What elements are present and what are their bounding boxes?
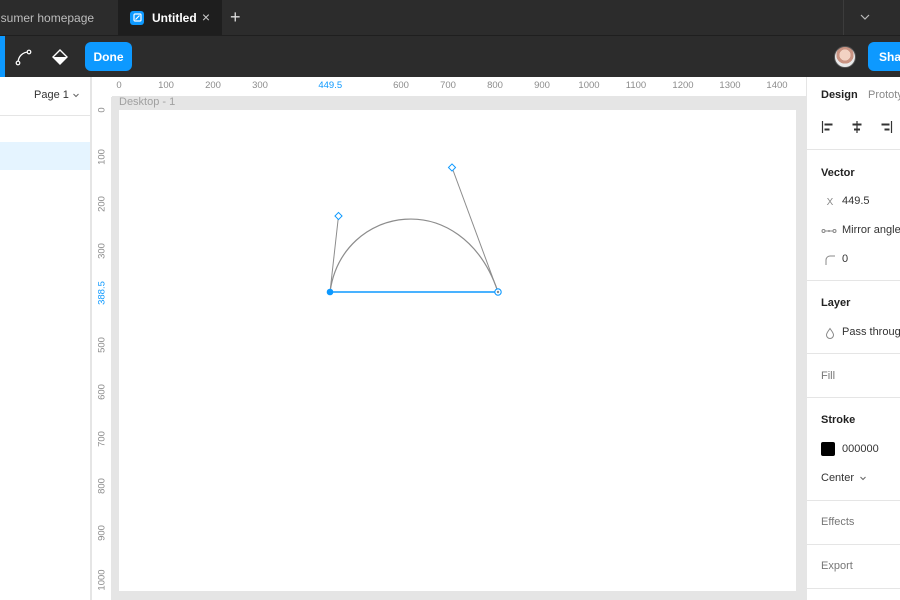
anchor-point-center [496, 290, 500, 294]
tab-label: nsumer homepage [0, 10, 95, 25]
toolbar: Done Share [0, 35, 900, 78]
new-tab-icon[interactable]: + [230, 8, 241, 26]
ruler-tick-y: 388.5 [96, 280, 108, 305]
ruler-tick-x: 200 [205, 80, 221, 91]
corner-radius-input[interactable]: 0 [842, 253, 848, 265]
panel-divider [807, 544, 900, 545]
ruler-tick-y: 1000 [96, 569, 108, 591]
mirror-angle-icon [821, 229, 837, 233]
ruler-tick-x: 300 [252, 80, 268, 91]
ruler-tick-y: 500 [96, 337, 108, 353]
layers-panel: Page 1 [0, 77, 91, 600]
align-right-icon[interactable] [879, 120, 893, 134]
figma-file-icon [130, 10, 144, 25]
panel-divider [807, 280, 900, 281]
panel-divider [0, 115, 91, 116]
align-center-icon[interactable] [850, 120, 864, 134]
ruler-tick-y: 300 [96, 243, 108, 259]
ruler-tick-y: 200 [96, 196, 108, 212]
ruler-tick-x: 600 [393, 80, 409, 91]
ruler-corner [92, 77, 112, 97]
tab-consumer-homepage[interactable]: nsumer homepage [0, 0, 118, 35]
panel-divider [807, 149, 900, 150]
ruler-tick-x: 449.5 [318, 80, 343, 91]
blend-mode-icon [825, 327, 835, 339]
mirror-setting-select[interactable]: Mirror angle [842, 224, 900, 236]
tab-label: Untitled [152, 10, 197, 25]
ruler-vertical[interactable]: 0 100 200 300 388.5 500 600 700 800 900 1000 [92, 97, 112, 600]
ruler-tick-x: 900 [534, 80, 550, 91]
chevron-down-icon [860, 476, 866, 481]
chevron-down-icon [73, 93, 79, 98]
ruler-tick-y: 700 [96, 431, 108, 447]
panel-divider [807, 588, 900, 589]
fill-section-title[interactable]: Fill [821, 370, 835, 382]
ruler-tick-x: 100 [158, 80, 174, 91]
blend-mode-select[interactable]: Pass through [842, 326, 900, 338]
anchor-point-selected[interactable] [326, 288, 334, 296]
panel-divider [807, 500, 900, 501]
layer-section-title: Layer [821, 297, 851, 309]
active-tool-indicator[interactable] [0, 36, 5, 78]
figma-editor: nsumer homepage Untitled × + Done Sha Pa… [0, 0, 900, 600]
ruler-tick-y: 900 [96, 525, 108, 541]
paint-bucket-button[interactable] [47, 44, 73, 70]
panel-divider [807, 397, 900, 398]
align-left-icon[interactable] [821, 120, 835, 134]
ruler-tick-y: 800 [96, 478, 108, 494]
paint-bucket-icon [52, 49, 68, 65]
avatar[interactable] [834, 46, 856, 68]
ruler-tick-y: 100 [96, 149, 108, 165]
stroke-align-select[interactable]: Center [821, 472, 867, 484]
bend-tool-button[interactable] [11, 44, 37, 70]
corner-radius-icon [825, 255, 835, 265]
ruler-tick-x: 1300 [719, 80, 741, 91]
ruler-tick-x: 700 [440, 80, 456, 91]
ruler-tick-y: 0 [96, 107, 108, 113]
layer-row-selected[interactable] [0, 142, 90, 170]
ruler-horizontal[interactable]: 0 100 200 300 449.5 600 700 800 900 1000 1100 1200 1… [92, 77, 806, 97]
tab-design[interactable]: Design [821, 89, 858, 101]
stroke-align-label: Center [821, 472, 855, 484]
stroke-color-swatch[interactable] [821, 442, 835, 456]
chevron-down-icon[interactable] [858, 10, 872, 24]
page-selector[interactable]: Page 1 [34, 89, 80, 101]
close-tab-icon[interactable]: × [202, 10, 210, 24]
ruler-tick-x: 1400 [766, 80, 788, 91]
share-button[interactable]: Share [868, 42, 900, 71]
vector-section-title: Vector [821, 167, 855, 179]
ruler-tick-x: 1100 [625, 80, 647, 91]
stroke-section-title: Stroke [821, 414, 856, 426]
tab-untitled[interactable]: Untitled × [118, 0, 222, 35]
ruler-tick-x: 0 [116, 80, 122, 91]
page-label: Page 1 [34, 89, 69, 101]
ruler-tick-x: 1000 [578, 80, 600, 91]
ruler-tick-x: 800 [487, 80, 503, 91]
tab-prototype[interactable]: Prototype [868, 89, 900, 101]
ruler-tick-y: 600 [96, 384, 108, 400]
bend-tool-icon [15, 49, 32, 66]
panel-divider [807, 353, 900, 354]
design-panel: Design Prototype Vector X 449.5 Mirror a… [806, 77, 900, 600]
frame-label[interactable]: Desktop - 1 [119, 96, 175, 108]
ruler-tick-x: 1200 [672, 80, 694, 91]
x-label: X [826, 196, 834, 208]
effects-section-title[interactable]: Effects [821, 516, 854, 528]
x-position-input[interactable]: 449.5 [842, 195, 870, 207]
done-button[interactable]: Done [85, 42, 132, 71]
stroke-color-input[interactable]: 000000 [842, 443, 879, 455]
export-section-title[interactable]: Export [821, 560, 853, 572]
tab-bar: nsumer homepage Untitled × + [0, 0, 900, 35]
tab-divider [843, 0, 844, 35]
